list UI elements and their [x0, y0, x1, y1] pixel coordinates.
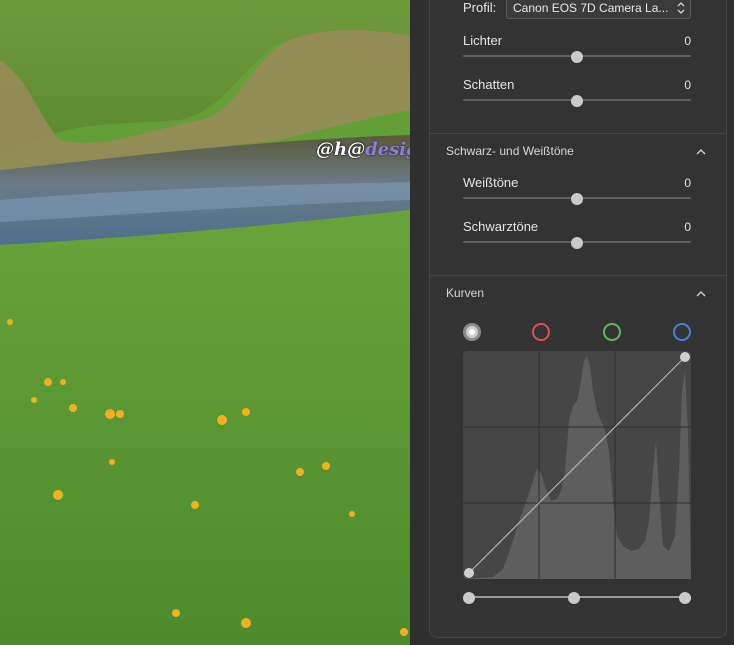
collapse-chevron-icon[interactable] [694, 289, 708, 299]
curve-point-white[interactable] [680, 352, 690, 362]
curve-channel-green-button[interactable] [603, 323, 621, 341]
curve-point-black[interactable] [464, 568, 474, 578]
profile-value: Canon EOS 7D Camera La... [513, 1, 669, 15]
section-title-kurven: Kurven [446, 286, 485, 300]
watermark-part1: @h@ [316, 139, 366, 160]
section-divider [430, 133, 726, 134]
schatten-value: 0 [684, 78, 691, 92]
photo-image [0, 0, 410, 645]
profile-dropdown[interactable]: Canon EOS 7D Camera La... [506, 0, 691, 19]
schwarztoene-value: 0 [684, 220, 691, 234]
curve-range-black-thumb[interactable] [463, 592, 475, 604]
curve-channel-red-button[interactable] [532, 323, 550, 341]
weisstoene-slider-thumb[interactable] [571, 193, 583, 205]
watermark: @h@design.eu [316, 139, 410, 160]
adjustment-panel: Profil: Canon EOS 7D Camera La... Lichte… [410, 0, 734, 645]
curve-channel-rgb-button[interactable] [463, 323, 481, 341]
schwarztoene-label: Schwarztöne [463, 219, 539, 234]
weisstoene-value: 0 [684, 176, 691, 190]
section-divider [430, 275, 726, 276]
lichter-slider-thumb[interactable] [571, 51, 583, 63]
weisstoene-label: Weißtöne [463, 175, 519, 190]
lichter-label: Lichter [463, 33, 503, 48]
lichter-value: 0 [684, 34, 691, 48]
photo-preview[interactable]: @h@design.eu [0, 0, 410, 645]
curve-range-white-thumb[interactable] [679, 592, 691, 604]
section-title-schwarz-weiss: Schwarz- und Weißtöne [446, 144, 574, 158]
curve-range-mid-thumb[interactable] [568, 592, 580, 604]
adjustment-panel-inner: Profil: Canon EOS 7D Camera La... Lichte… [429, 0, 727, 638]
curve-channel-blue-button[interactable] [673, 323, 691, 341]
schatten-label: Schatten [463, 77, 515, 92]
collapse-chevron-icon[interactable] [694, 147, 708, 157]
updown-chevron-icon [677, 2, 685, 14]
watermark-part2: design.eu [365, 139, 410, 160]
schwarztoene-slider-thumb[interactable] [571, 237, 583, 249]
schatten-slider-thumb[interactable] [571, 95, 583, 107]
tone-curve-graph[interactable] [463, 351, 691, 579]
profile-label: Profil: [463, 0, 497, 15]
